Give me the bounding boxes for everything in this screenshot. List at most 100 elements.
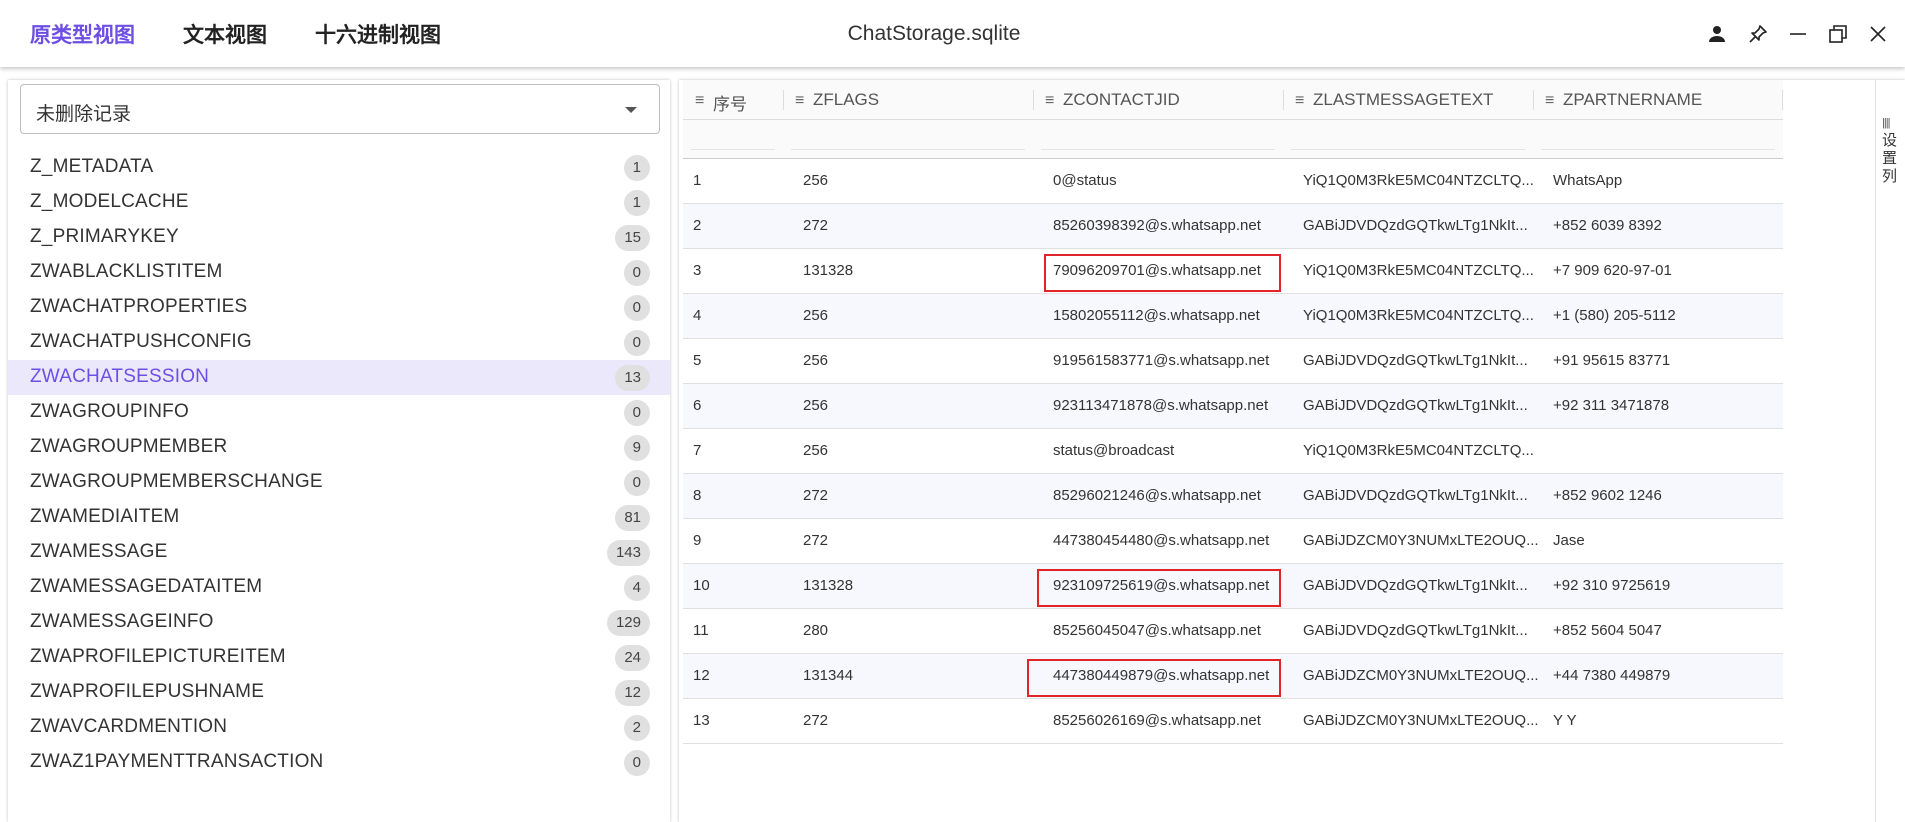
table-row[interactable]: 13 272 85256026169@s.whatsapp.net GABiJDZCM… bbox=[683, 699, 1783, 744]
column-filter-input[interactable] bbox=[1291, 128, 1525, 150]
column-header-zflags[interactable]: ≡ ZFLAGS bbox=[783, 80, 1033, 120]
column-resize-handle[interactable] bbox=[1782, 90, 1783, 110]
column-header-label: ZPARTNERNAME bbox=[1563, 90, 1703, 109]
table-list-panel: 未删除记录 Z_METADATA 1 Z_MODELCACHE 1 Z_PRIMAR… bbox=[8, 80, 670, 822]
column-menu-icon[interactable]: ≡ bbox=[1295, 92, 1304, 110]
cell-zcontactjid: 447380454480@s.whatsapp.net bbox=[1053, 532, 1270, 549]
column-filter-input[interactable] bbox=[1541, 128, 1775, 150]
table-row[interactable]: 1 256 0@status YiQ1Q0M3RkE5MC04NTZCLTQ... Wh… bbox=[683, 159, 1783, 204]
table-item[interactable]: ZWAGROUPINFO 0 bbox=[8, 395, 670, 430]
cell-zflags: 256 bbox=[803, 352, 829, 369]
record-filter-select[interactable]: 未删除记录 bbox=[20, 84, 660, 134]
table-row[interactable]: 2 272 85260398392@s.whatsapp.net GABiJDVDQz… bbox=[683, 204, 1783, 249]
table-item[interactable]: Z_MODELCACHE 1 bbox=[8, 185, 670, 220]
table-item[interactable]: ZWACHATPUSHCONFIG 0 bbox=[8, 325, 670, 360]
table-row[interactable]: 10 131328 923109725619@s.whatsapp.net GABiJ… bbox=[683, 564, 1783, 609]
cell-zlastmessagetext: GABiJDVDQzdGQTkwLTg1NkIt... bbox=[1303, 622, 1528, 639]
settings-divider bbox=[1875, 80, 1876, 822]
pin-icon[interactable] bbox=[1745, 21, 1771, 47]
table-name: ZWAMEDIAITEM bbox=[30, 506, 180, 527]
column-filter-input[interactable] bbox=[791, 128, 1025, 150]
column-header-zpartnername[interactable]: ≡ ZPARTNERNAME bbox=[1533, 80, 1783, 120]
cell-zpartnername: +852 5604 5047 bbox=[1553, 622, 1662, 639]
minimize-icon[interactable] bbox=[1785, 21, 1811, 47]
close-icon[interactable] bbox=[1865, 21, 1891, 47]
table-row[interactable]: 3 131328 79096209701@s.whatsapp.net YiQ1Q0M… bbox=[683, 249, 1783, 294]
cell-zcontactjid: 0@status bbox=[1053, 172, 1117, 189]
column-header-label: ZLASTMESSAGETEXT bbox=[1313, 90, 1494, 109]
cell-zlastmessagetext: GABiJDZCM0Y3NUMxLTE2OUQ... bbox=[1303, 532, 1539, 549]
cell-zcontactjid: 923113471878@s.whatsapp.net bbox=[1053, 397, 1269, 414]
table-item[interactable]: ZWAMESSAGEDATAITEM 4 bbox=[8, 570, 670, 605]
column-menu-icon[interactable]: ≡ bbox=[795, 92, 804, 110]
restore-icon[interactable] bbox=[1825, 21, 1851, 47]
cell-zcontactjid: 919561583771@s.whatsapp.net bbox=[1053, 352, 1270, 369]
table-item[interactable]: ZWAGROUPMEMBERSCHANGE 0 bbox=[8, 465, 670, 500]
table-name: ZWAPROFILEPUSHNAME bbox=[30, 681, 265, 702]
person-icon[interactable] bbox=[1704, 21, 1730, 47]
column-settings-button[interactable]: |||| 设置列 bbox=[1882, 114, 1900, 186]
cell-zpartnername: +1 (580) 205-5112 bbox=[1553, 307, 1676, 324]
table-item[interactable]: ZWAZ1PAYMENTTRANSACTION 0 bbox=[8, 745, 670, 780]
column-menu-icon[interactable]: ≡ bbox=[695, 92, 704, 110]
cell-index: 12 bbox=[693, 667, 710, 684]
column-filter-input[interactable] bbox=[691, 128, 775, 150]
table-row[interactable]: 9 272 447380454480@s.whatsapp.net GABiJDZCM… bbox=[683, 519, 1783, 564]
cell-zflags: 280 bbox=[803, 622, 829, 639]
record-count-badge: 0 bbox=[623, 470, 650, 496]
record-count-badge: 9 bbox=[623, 435, 650, 461]
cell-zflags: 272 bbox=[803, 487, 829, 504]
column-filter-input[interactable] bbox=[1041, 128, 1275, 150]
table-row[interactable]: 4 256 15802055112@s.whatsapp.net YiQ1Q0M3Rk… bbox=[683, 294, 1783, 339]
cell-zlastmessagetext: YiQ1Q0M3RkE5MC04NTZCLTQ... bbox=[1303, 307, 1534, 324]
column-header-zlastmessagetext[interactable]: ≡ ZLASTMESSAGETEXT bbox=[1283, 80, 1533, 120]
columns-icon: |||| bbox=[1882, 117, 1890, 129]
table-name: Z_METADATA bbox=[30, 156, 154, 177]
table-item[interactable]: Z_PRIMARYKEY 15 bbox=[8, 220, 670, 255]
table-item[interactable]: ZWACHATPROPERTIES 0 bbox=[8, 290, 670, 325]
record-count-badge: 13 bbox=[615, 365, 650, 391]
column-menu-icon[interactable]: ≡ bbox=[1545, 92, 1554, 110]
table-row[interactable]: 12 131344 447380449879@s.whatsapp.net GABiJ… bbox=[683, 654, 1783, 699]
cell-zlastmessagetext: YiQ1Q0M3RkE5MC04NTZCLTQ... bbox=[1303, 442, 1534, 459]
table-row[interactable]: 11 280 85256045047@s.whatsapp.net GABiJDVDQ… bbox=[683, 609, 1783, 654]
column-header-index[interactable]: ≡ 序号 bbox=[683, 80, 783, 120]
dropdown-arrow-icon bbox=[625, 107, 637, 113]
table-item[interactable]: ZWAPROFILEPICTUREITEM 24 bbox=[8, 640, 670, 675]
table-row[interactable]: 5 256 919561583771@s.whatsapp.net GABiJDVDQ… bbox=[683, 339, 1783, 384]
table-row[interactable]: 8 272 85296021246@s.whatsapp.net GABiJDVDQz… bbox=[683, 474, 1783, 519]
cell-zpartnername: +7 909 620-97-01 bbox=[1553, 262, 1672, 279]
cell-zcontactjid: 923109725619@s.whatsapp.net bbox=[1053, 577, 1270, 594]
cell-zlastmessagetext: GABiJDVDQzdGQTkwLTg1NkIt... bbox=[1303, 487, 1528, 504]
table-item[interactable]: Z_METADATA 1 bbox=[8, 150, 670, 185]
cell-index: 9 bbox=[693, 532, 702, 549]
column-header-zcontactjid[interactable]: ≡ ZCONTACTJID bbox=[1033, 80, 1283, 120]
table-item-selected[interactable]: ZWACHATSESSION 13 bbox=[8, 360, 670, 395]
cell-index: 3 bbox=[693, 262, 702, 279]
table-item[interactable]: ZWAPROFILEPUSHNAME 12 bbox=[8, 675, 670, 710]
cell-zpartnername: +852 9602 1246 bbox=[1553, 487, 1662, 504]
table-item[interactable]: ZWABLACKLISTITEM 0 bbox=[8, 255, 670, 290]
cell-zflags: 131344 bbox=[803, 667, 854, 684]
table-item[interactable]: ZWAMESSAGE 143 bbox=[8, 535, 670, 570]
cell-zlastmessagetext: YiQ1Q0M3RkE5MC04NTZCLTQ... bbox=[1303, 262, 1534, 279]
record-filter-value: 未删除记录 bbox=[36, 103, 132, 125]
record-count-badge: 2 bbox=[623, 715, 650, 741]
cell-zpartnername: WhatsApp bbox=[1553, 172, 1623, 189]
cell-index: 8 bbox=[693, 487, 702, 504]
column-settings-label: 设置列 bbox=[1882, 132, 1898, 185]
cell-index: 11 bbox=[693, 622, 709, 639]
table-item[interactable]: ZWAMEDIAITEM 81 bbox=[8, 500, 670, 535]
table-row[interactable]: 7 256 status@broadcast YiQ1Q0M3RkE5MC04NTZC… bbox=[683, 429, 1783, 474]
cell-zcontactjid: status@broadcast bbox=[1053, 442, 1175, 459]
table-item[interactable]: ZWAMESSAGEINFO 129 bbox=[8, 605, 670, 640]
cell-zlastmessagetext: GABiJDZCM0Y3NUMxLTE2OUQ... bbox=[1303, 712, 1539, 729]
table-item[interactable]: ZWAVCARDMENTION 2 bbox=[8, 710, 670, 745]
cell-zpartnername: +91 95615 83771 bbox=[1553, 352, 1671, 369]
cell-index: 6 bbox=[693, 397, 702, 414]
record-count-badge: 24 bbox=[615, 645, 650, 671]
table-row[interactable]: 6 256 923113471878@s.whatsapp.net GABiJDVDQ… bbox=[683, 384, 1783, 429]
table-name: ZWAMESSAGEINFO bbox=[30, 611, 214, 632]
column-menu-icon[interactable]: ≡ bbox=[1045, 92, 1054, 110]
table-item[interactable]: ZWAGROUPMEMBER 9 bbox=[8, 430, 670, 465]
